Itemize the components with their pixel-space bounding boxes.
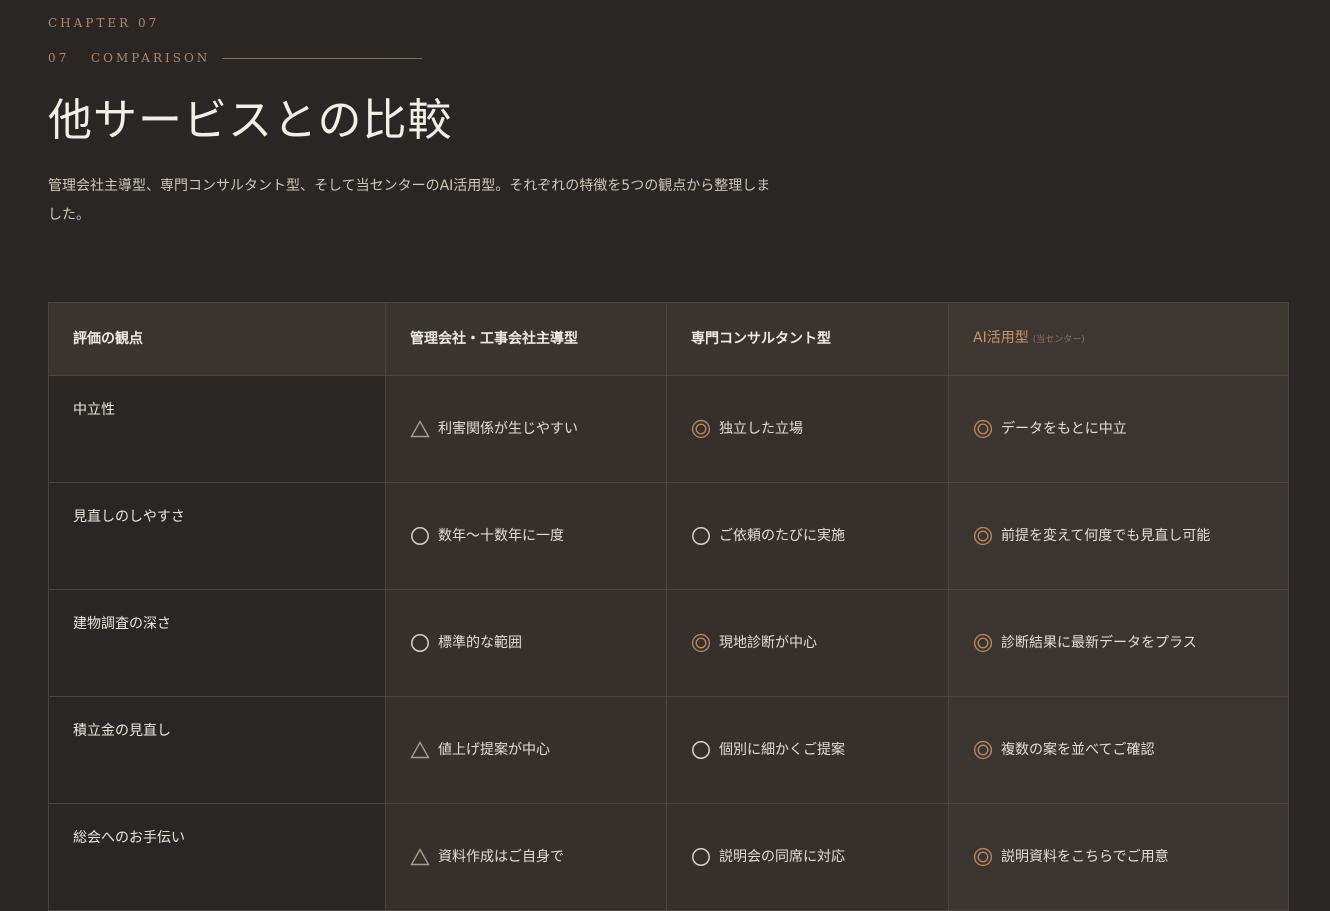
cell-content: データをもとに中立 <box>973 419 1264 439</box>
header-consult: 専門コンサルタント型 <box>666 302 949 376</box>
double-circle-icon <box>973 847 993 867</box>
cell-text: 前提を変えて何度でも見直し可能 <box>1001 528 1211 544</box>
cell-text: 説明資料をこちらでご用意 <box>1001 849 1169 865</box>
cell-content: ご依頼のたびに実施 <box>691 526 924 546</box>
cell-text: 数年〜十数年に一度 <box>438 528 564 544</box>
table-row: 建物調査の深さ 標準的な範囲 現地診断が中心 診断結果に最新データをプラス <box>48 589 1289 697</box>
cell-consult: ご依頼のたびに実施 <box>666 482 949 590</box>
cell-consult: 独立した立場 <box>666 375 949 483</box>
cell-text: 資料作成はご自身で <box>438 849 564 865</box>
table-row: 見直しのしやすさ 数年〜十数年に一度 ご依頼のたびに実施 前提を変えて何度でも見直し可… <box>48 482 1289 590</box>
double-circle-icon <box>691 633 711 653</box>
comparison-table: 評価の観点 管理会社・工事会社主導型 専門コンサルタント型 AI活用型 (当センタ… <box>48 302 1289 911</box>
cell-content: 説明会の同席に対応 <box>691 847 924 867</box>
cell-ai: 説明資料をこちらでご用意 <box>948 803 1289 911</box>
cell-ai: 複数の案を並べてご確認 <box>948 696 1289 804</box>
comparison-table-container: 評価の観点 管理会社・工事会社主導型 専門コンサルタント型 AI活用型 (当センタ… <box>48 302 1289 911</box>
row-aspect: 見直しのしやすさ <box>48 482 386 590</box>
cell-content: 利害関係が生じやすい <box>410 419 642 439</box>
table-header-row: 評価の観点 管理会社・工事会社主導型 専門コンサルタント型 AI活用型 (当センタ… <box>48 302 1289 376</box>
cell-consult: 説明会の同席に対応 <box>666 803 949 911</box>
double-circle-icon <box>691 419 711 439</box>
cell-consult: 個別に細かくご提案 <box>666 696 949 804</box>
circle-icon <box>691 740 711 760</box>
cell-content: 現地診断が中心 <box>691 633 924 653</box>
section-divider <box>222 57 423 59</box>
cell-content: 個別に細かくご提案 <box>691 740 924 760</box>
double-circle-icon <box>973 633 993 653</box>
double-circle-icon <box>973 419 993 439</box>
row-aspect: 総会へのお手伝い <box>48 803 386 911</box>
row-aspect: 積立金の見直し <box>48 696 386 804</box>
cell-ai: 診断結果に最新データをプラス <box>948 589 1289 697</box>
cell-text: 値上げ提案が中心 <box>438 742 550 758</box>
cell-ai: データをもとに中立 <box>948 375 1289 483</box>
cell-mgmt: 値上げ提案が中心 <box>385 696 667 804</box>
header-aspect: 評価の観点 <box>48 302 386 376</box>
cell-text: 標準的な範囲 <box>438 635 522 651</box>
header-mgmt: 管理会社・工事会社主導型 <box>385 302 667 376</box>
circle-icon <box>691 847 711 867</box>
cell-text: 現地診断が中心 <box>719 635 817 651</box>
intro-text: 管理会社主導型、専門コンサルタント型、そして当センターのAI活用型。それぞれの特… <box>48 178 771 223</box>
cell-content: 診断結果に最新データをプラス <box>973 633 1264 653</box>
header-ai-note: (当センター) <box>1032 335 1085 345</box>
cell-text: 複数の案を並べてご確認 <box>1001 742 1155 758</box>
circle-icon <box>410 633 430 653</box>
cell-text: 説明会の同席に対応 <box>719 849 845 865</box>
cell-mgmt: 利害関係が生じやすい <box>385 375 667 483</box>
cell-content: 説明資料をこちらでご用意 <box>973 847 1264 867</box>
table-row: 中立性 利害関係が生じやすい 独立した立場 データをもとに中立 <box>48 375 1289 483</box>
table-row: 総会へのお手伝い 資料作成はご自身で 説明会の同席に対応 説明資料をこちらでご用意 <box>48 803 1289 911</box>
cell-text: 独立した立場 <box>719 421 803 437</box>
cell-mgmt: 資料作成はご自身で <box>385 803 667 911</box>
table-row: 積立金の見直し 値上げ提案が中心 個別に細かくご提案 複数の案を並べてご確認 <box>48 696 1289 804</box>
cell-content: 数年〜十数年に一度 <box>410 526 642 546</box>
cell-content: 独立した立場 <box>691 419 924 439</box>
cell-text: 利害関係が生じやすい <box>438 421 578 437</box>
header-ai: AI活用型 (当センター) <box>948 302 1289 376</box>
cell-consult: 現地診断が中心 <box>666 589 949 697</box>
double-circle-icon <box>973 526 993 546</box>
cell-content: 複数の案を並べてご確認 <box>973 740 1264 760</box>
cell-content: 標準的な範囲 <box>410 633 642 653</box>
triangle-icon <box>410 740 430 760</box>
cell-mgmt: 標準的な範囲 <box>385 589 667 697</box>
double-circle-icon <box>973 740 993 760</box>
chapter-label: CHAPTER 07 <box>48 16 160 30</box>
header-ai-label: AI活用型 <box>973 330 1029 346</box>
section-eyebrow: 07 COMPARISON <box>48 49 423 67</box>
cell-text: 診断結果に最新データをプラス <box>1001 635 1197 651</box>
section-label: COMPARISON <box>91 51 211 65</box>
cell-ai: 前提を変えて何度でも見直し可能 <box>948 482 1289 590</box>
triangle-icon <box>410 419 430 439</box>
cell-content: 資料作成はご自身で <box>410 847 642 867</box>
row-aspect: 中立性 <box>48 375 386 483</box>
circle-icon <box>691 526 711 546</box>
cell-mgmt: 数年〜十数年に一度 <box>385 482 667 590</box>
triangle-icon <box>410 847 430 867</box>
cell-text: データをもとに中立 <box>1001 421 1127 437</box>
page-title: 他サービスとの比較 <box>48 95 453 146</box>
cell-text: 個別に細かくご提案 <box>719 742 845 758</box>
cell-content: 前提を変えて何度でも見直し可能 <box>973 526 1264 546</box>
row-aspect: 建物調査の深さ <box>48 589 386 697</box>
section-number: 07 <box>48 51 70 65</box>
cell-text: ご依頼のたびに実施 <box>719 528 845 544</box>
cell-content: 値上げ提案が中心 <box>410 740 642 760</box>
circle-icon <box>410 526 430 546</box>
